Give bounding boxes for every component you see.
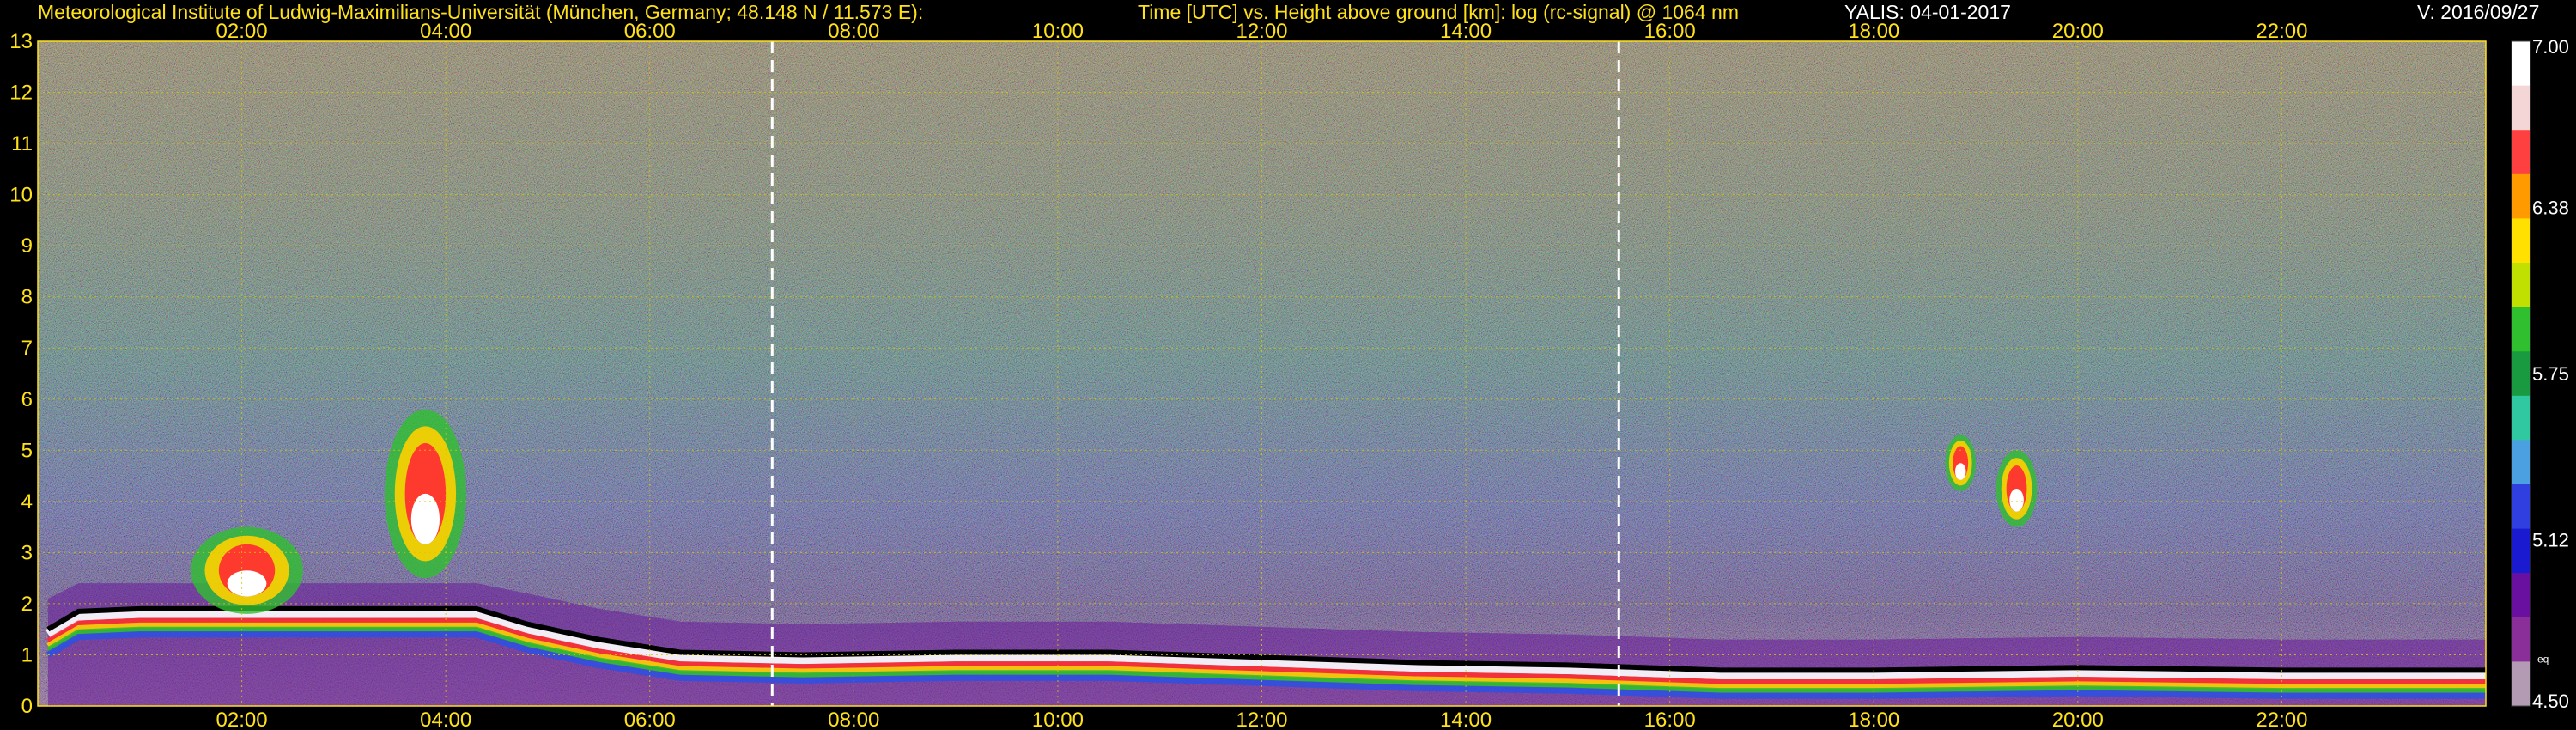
y-tick-13: 13	[9, 30, 33, 53]
x-tick-bottom-02:00: 02:00	[216, 709, 268, 730]
lidar-heatmap-chart: 02:00 02:00 04:00 04:00 06:00 06:00 08:00 08:00…	[9, 20, 2569, 730]
colorbar-segment-6	[2512, 307, 2530, 352]
colorbar-segment-8	[2512, 395, 2530, 441]
colorbar-segment-9	[2512, 440, 2530, 485]
x-tick-bottom-06:00: 06:00	[624, 709, 676, 730]
colorbar-segment-10	[2512, 484, 2530, 530]
x-tick-bottom-10:00: 10:00	[1032, 709, 1084, 730]
colorbar-segment-14	[2512, 661, 2530, 707]
x-tick-top-12:00: 12:00	[1236, 20, 1287, 43]
colorbar-note: eq	[2537, 653, 2549, 665]
y-tick-0: 0	[21, 695, 33, 718]
x-tick-bottom-16:00: 16:00	[1644, 709, 1696, 730]
cloud-2-peak	[1954, 463, 1966, 480]
x-tick-top-06:00: 06:00	[624, 20, 676, 43]
y-tick-12: 12	[9, 82, 33, 105]
colorbar-tick-4.50: 4.50	[2532, 690, 2569, 712]
colorbar-segment-11	[2512, 528, 2530, 574]
x-tick-bottom-08:00: 08:00	[828, 709, 879, 730]
y-tick-1: 1	[21, 643, 33, 666]
colorbar-segment-0	[2512, 41, 2530, 87]
y-tick-5: 5	[21, 439, 33, 462]
x-tick-bottom-18:00: 18:00	[1848, 709, 1899, 730]
colorbar-segment-4	[2512, 218, 2530, 264]
x-tick-bottom-04:00: 04:00	[420, 709, 471, 730]
x-tick-top-10:00: 10:00	[1032, 20, 1084, 43]
y-tick-3: 3	[21, 541, 33, 564]
x-tick-bottom-14:00: 14:00	[1440, 709, 1492, 730]
x-tick-top-04:00: 04:00	[420, 20, 471, 43]
y-tick-2: 2	[21, 593, 33, 616]
colorbar-segment-12	[2512, 573, 2530, 618]
colorbar-tick-5.75: 5.75	[2532, 363, 2569, 385]
x-tick-top-14:00: 14:00	[1440, 20, 1492, 43]
colorbar-segment-1	[2512, 85, 2530, 131]
colorbar-tick-6.38: 6.38	[2532, 198, 2569, 219]
x-tick-top-02:00: 02:00	[216, 20, 268, 43]
colorbar-segment-13	[2512, 617, 2530, 662]
y-tick-10: 10	[9, 184, 33, 207]
colorbar-segment-7	[2512, 351, 2530, 397]
y-tick-8: 8	[21, 286, 33, 309]
x-tick-bottom-22:00: 22:00	[2256, 709, 2307, 730]
y-tick-6: 6	[21, 388, 33, 411]
x-tick-top-08:00: 08:00	[828, 20, 879, 43]
y-tick-9: 9	[21, 234, 33, 258]
y-tick-7: 7	[21, 337, 33, 360]
x-tick-top-18:00: 18:00	[1848, 20, 1899, 43]
x-tick-bottom-20:00: 20:00	[2052, 709, 2104, 730]
y-tick-11: 11	[11, 132, 33, 155]
colorbar-segment-3	[2512, 173, 2530, 219]
cloud-3-peak	[2009, 488, 2024, 512]
colorbar-tick-7.00: 7.00	[2532, 36, 2569, 58]
colorbar-segment-2	[2512, 130, 2530, 175]
x-tick-bottom-12:00: 12:00	[1236, 709, 1287, 730]
colorbar-tick-5.12: 5.12	[2532, 530, 2569, 551]
y-tick-4: 4	[21, 490, 33, 514]
colorbar-segment-5	[2512, 263, 2530, 308]
x-tick-top-16:00: 16:00	[1644, 20, 1696, 43]
x-tick-top-22:00: 22:00	[2256, 20, 2307, 43]
x-tick-top-20:00: 20:00	[2052, 20, 2104, 43]
cloud-0-peak	[227, 570, 267, 597]
